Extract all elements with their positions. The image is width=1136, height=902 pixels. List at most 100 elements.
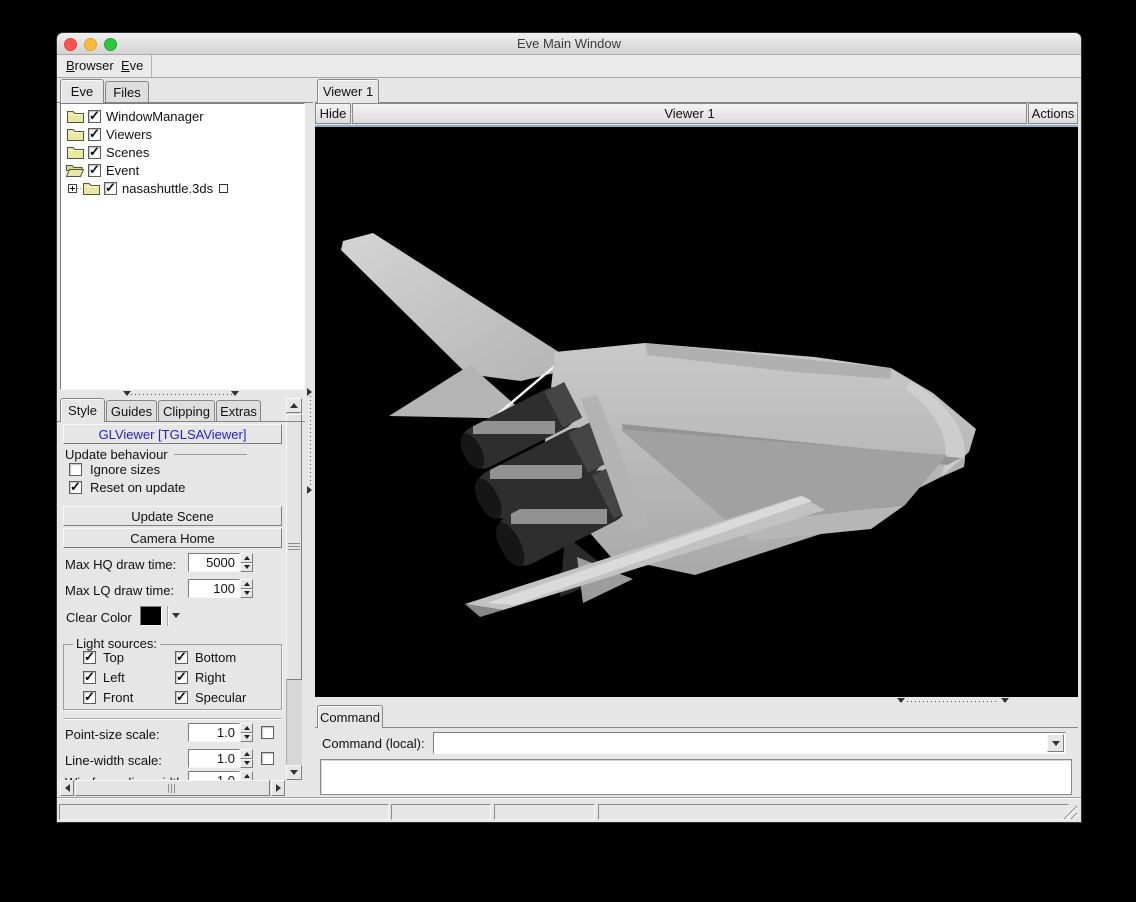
tree-style-splitter[interactable] <box>57 390 313 398</box>
tree-item-extra-box[interactable] <box>219 184 228 193</box>
update-scene-button[interactable]: Update Scene <box>63 506 282 526</box>
scroll-down-button[interactable] <box>286 765 302 780</box>
line-width-extra-checkbox[interactable] <box>261 752 274 765</box>
tree-item-label: Event <box>106 163 139 178</box>
tab-command-label: Command <box>320 710 380 725</box>
spin-down-icon[interactable] <box>240 759 253 769</box>
tab-files-label: Files <box>113 85 140 100</box>
tab-extras[interactable]: Extras <box>216 400 261 421</box>
camera-home-button[interactable]: Camera Home <box>63 528 282 548</box>
splitter-arrow-icon <box>231 391 239 396</box>
spin-up-icon[interactable] <box>240 553 253 563</box>
line-width-stepper[interactable] <box>240 749 253 768</box>
command-tabline <box>315 727 1078 728</box>
max-lq-stepper[interactable] <box>240 579 253 598</box>
tab-guides[interactable]: Guides <box>106 400 157 421</box>
light-top-checkbox[interactable] <box>83 651 96 664</box>
light-specular-checkbox[interactable] <box>175 691 188 704</box>
tab-style[interactable]: Style <box>60 398 105 422</box>
viewer-tabline <box>315 102 1078 103</box>
scroll-right-button[interactable] <box>271 780 285 796</box>
spin-up-icon[interactable] <box>240 579 253 589</box>
viewer-command-splitter[interactable] <box>315 697 1078 705</box>
tree-item[interactable]: Scenes <box>61 144 301 162</box>
gl-viewport[interactable] <box>315 127 1078 697</box>
title-bar[interactable]: Eve Main Window <box>57 33 1081 55</box>
light-top-label: Top <box>103 650 124 665</box>
expand-plus-icon[interactable] <box>68 184 77 193</box>
command-input[interactable] <box>435 734 1047 752</box>
tab-command[interactable]: Command <box>317 705 383 728</box>
wireframe-stepper[interactable] <box>240 771 253 780</box>
line-width-label: Line-width scale: <box>65 753 162 768</box>
tab-clipping[interactable]: Clipping <box>158 400 215 421</box>
point-size-input[interactable] <box>188 723 240 742</box>
ignore-sizes-checkbox[interactable] <box>69 463 82 476</box>
wireframe-input[interactable] <box>188 771 240 780</box>
spin-up-icon[interactable] <box>240 771 253 780</box>
tree-item-checkbox[interactable] <box>88 110 101 123</box>
menu-browser[interactable]: Browser <box>62 55 118 77</box>
max-hq-input[interactable] <box>188 553 240 572</box>
scroll-thumb[interactable] <box>75 780 270 796</box>
tree-item-checkbox[interactable] <box>88 146 101 159</box>
reset-on-update-label: Reset on update <box>90 480 185 495</box>
actions-button[interactable]: Actions <box>1028 103 1078 124</box>
light-bottom-checkbox[interactable] <box>175 651 188 664</box>
line-width-input[interactable] <box>188 749 240 768</box>
panel-vsplitter[interactable] <box>305 78 315 796</box>
tab-style-label: Style <box>68 403 97 418</box>
style-hscrollbar[interactable] <box>60 780 285 796</box>
color-dropdown-icon[interactable] <box>172 613 180 618</box>
max-lq-input[interactable] <box>188 579 240 598</box>
scroll-thumb[interactable] <box>286 414 302 680</box>
style-vscrollbar[interactable] <box>286 398 302 780</box>
viewer-title-bar[interactable]: Viewer 1 <box>352 103 1027 124</box>
light-left-checkbox[interactable] <box>83 671 96 684</box>
point-size-extra-checkbox[interactable] <box>261 726 274 739</box>
tree-item[interactable]: Viewers <box>61 126 301 144</box>
spin-up-icon[interactable] <box>240 749 253 759</box>
style-panel: GLViewer [TGLSAViewer] Update behaviour … <box>60 422 285 780</box>
dropdown-arrow-icon <box>1052 741 1060 746</box>
command-output[interactable] <box>320 759 1072 795</box>
light-right-checkbox[interactable] <box>175 671 188 684</box>
spin-down-icon[interactable] <box>240 733 253 743</box>
glviewer-button[interactable]: GLViewer [TGLSAViewer] <box>63 424 282 444</box>
tree-item-label: WindowManager <box>106 109 204 124</box>
update-scene-label: Update Scene <box>131 509 213 524</box>
max-hq-stepper[interactable] <box>240 553 253 572</box>
tree-item-checkbox[interactable] <box>88 164 101 177</box>
statusbar-section <box>494 804 595 820</box>
update-behaviour-title: Update behaviour <box>65 447 168 462</box>
command-dropdown-button[interactable] <box>1047 734 1064 752</box>
splitter-dots <box>310 396 311 486</box>
spin-up-icon[interactable] <box>240 723 253 733</box>
tree-item[interactable]: WindowManager <box>61 108 301 126</box>
tab-eve[interactable]: Eve <box>60 79 104 103</box>
eve-tree-view[interactable]: WindowManager Viewers Scenes Event nasas… <box>60 103 305 390</box>
tree-item-checkbox[interactable] <box>104 182 117 195</box>
light-left-label: Left <box>103 670 125 685</box>
scroll-left-button[interactable] <box>60 780 74 796</box>
statusbar-seam <box>57 797 1081 799</box>
splitter-arrow-icon <box>307 388 312 396</box>
spin-down-icon[interactable] <box>240 589 253 599</box>
hide-button[interactable]: Hide <box>315 103 351 124</box>
max-lq-label: Max LQ draw time: <box>65 583 174 598</box>
reset-on-update-checkbox[interactable] <box>69 481 82 494</box>
tree-item-checkbox[interactable] <box>88 128 101 141</box>
status-bar <box>57 800 1081 822</box>
menu-eve[interactable]: Eve <box>117 55 147 77</box>
tree-item[interactable]: nasashuttle.3ds <box>61 180 301 198</box>
light-front-checkbox[interactable] <box>83 691 96 704</box>
tree-item[interactable]: Event <box>61 162 301 180</box>
tab-files[interactable]: Files <box>105 81 149 102</box>
command-combobox[interactable] <box>433 732 1066 754</box>
scroll-up-button[interactable] <box>286 398 302 413</box>
clear-color-swatch[interactable] <box>140 606 162 626</box>
point-size-stepper[interactable] <box>240 723 253 742</box>
spin-down-icon[interactable] <box>240 563 253 573</box>
actions-button-label: Actions <box>1032 106 1075 121</box>
tab-viewer-1[interactable]: Viewer 1 <box>317 79 379 103</box>
